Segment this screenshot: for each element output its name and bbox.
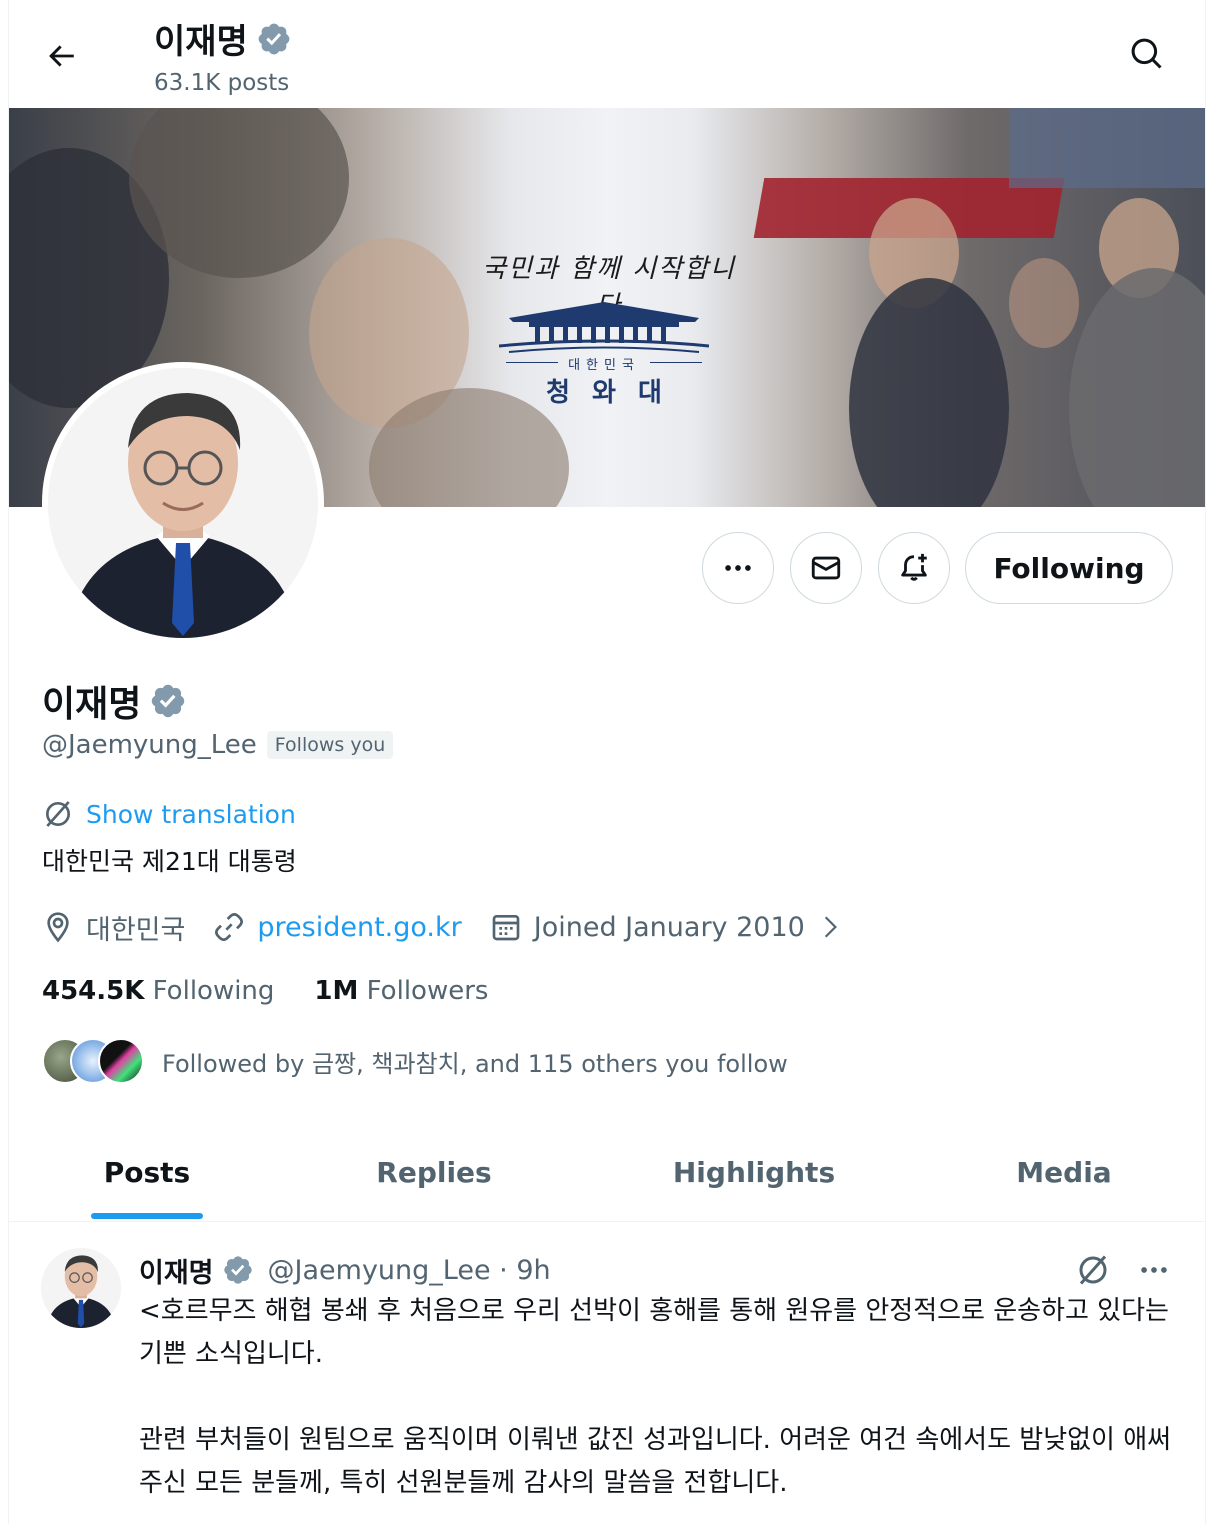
header-name: 이재명 xyxy=(154,22,248,62)
more-options-button[interactable] xyxy=(702,532,774,604)
more-icon[interactable] xyxy=(1137,1253,1171,1287)
translate-icon[interactable] xyxy=(1075,1252,1111,1288)
post-actions xyxy=(1075,1248,1171,1292)
followers-stat[interactable]: 1M Followers xyxy=(314,976,488,1006)
profile-name-row: 이재명 xyxy=(42,675,187,727)
post-body[interactable]: <호르무즈 해협 봉쇄 후 처음으로 우리 선박이 홍해를 통해 원유를 안정적… xyxy=(139,1290,1179,1524)
location-pin-icon xyxy=(47,912,69,943)
blue-house-emblem-icon xyxy=(499,302,709,353)
bell-plus-icon xyxy=(901,553,927,581)
following-label: Following xyxy=(152,976,275,1006)
profile-tabs: Posts Replies Highlights Media xyxy=(9,1122,1205,1222)
followed-by-avatars xyxy=(42,1038,144,1084)
verified-badge-icon xyxy=(258,23,290,54)
message-button[interactable] xyxy=(790,532,862,604)
active-tab-indicator xyxy=(91,1213,203,1219)
show-translation-label[interactable]: Show translation xyxy=(86,800,296,829)
notifications-button[interactable] xyxy=(878,532,950,604)
chevron-right-icon xyxy=(824,916,837,938)
banner-person-shape xyxy=(849,278,1009,507)
follow-stats: 454.5K Following 1M Followers xyxy=(42,976,488,1006)
search-icon xyxy=(1131,38,1162,69)
banner-face-shape xyxy=(1009,258,1079,348)
top-bar: 이재명 63.1K posts xyxy=(9,0,1205,108)
followed-by-text: Followed by 금짱, 책과참치, and 115 others you… xyxy=(162,1049,788,1078)
following-button[interactable]: Following xyxy=(965,532,1173,604)
followed-by-row[interactable]: Followed by 금짱, 책과참치, and 115 others you… xyxy=(42,1038,788,1084)
translate-icon xyxy=(46,801,70,827)
tab-highlights[interactable]: Highlights xyxy=(669,1122,839,1222)
post-paragraph: 관련 부처들이 원팀으로 움직이며 이뤄낸 값진 성과입니다. 어려운 여건 속… xyxy=(139,1425,1172,1498)
link-icon xyxy=(215,913,244,941)
more-icon xyxy=(725,565,751,571)
calendar-icon xyxy=(492,915,520,941)
header-post-count: 63.1K posts xyxy=(154,70,290,96)
post-header: 이재명 @Jaemyung_Lee · 9h xyxy=(139,1248,551,1292)
handle-row: @Jaemyung_Lee Follows you xyxy=(42,730,394,760)
search-button[interactable] xyxy=(1121,28,1173,80)
header-title: 이재명 xyxy=(154,14,292,63)
location-text: 대한민국 xyxy=(86,914,186,946)
post-handle-time[interactable]: @Jaemyung_Lee · 9h xyxy=(268,1255,551,1286)
post-paragraph: <호르무즈 해협 봉쇄 후 처음으로 우리 선박이 홍해를 통해 원유를 안정적… xyxy=(139,1296,1169,1369)
joined-text: Joined January 2010 xyxy=(533,911,805,943)
profile-bio: 대한민국 제21대 대통령 xyxy=(42,847,297,876)
follower-avatar xyxy=(98,1038,144,1084)
verified-badge-icon xyxy=(223,1256,252,1284)
mail-icon xyxy=(811,556,841,580)
profile-meta: 대한민국 president.go.kr Joined January 2010 xyxy=(42,905,871,949)
website-item[interactable]: president.go.kr xyxy=(213,911,462,943)
tab-media[interactable]: Media xyxy=(1009,1122,1119,1222)
portrait-image xyxy=(41,1248,121,1328)
banner-person-shape xyxy=(1069,268,1205,507)
banner-country-label: 대한민국 xyxy=(504,354,704,373)
profile-name: 이재명 xyxy=(42,684,142,725)
followers-label: Followers xyxy=(366,976,489,1006)
back-button[interactable] xyxy=(35,30,87,82)
show-translation-link[interactable]: Show translation xyxy=(42,798,296,830)
location-item: 대한민국 xyxy=(42,908,185,947)
profile-avatar[interactable] xyxy=(42,362,324,644)
website-link[interactable]: president.go.kr xyxy=(257,912,461,943)
post-avatar[interactable] xyxy=(41,1248,121,1328)
profile-handle: @Jaemyung_Lee xyxy=(42,730,257,760)
following-stat[interactable]: 454.5K Following xyxy=(42,976,274,1006)
tab-replies[interactable]: Replies xyxy=(369,1122,499,1222)
tab-posts[interactable]: Posts xyxy=(91,1122,203,1222)
post-author-name[interactable]: 이재명 xyxy=(139,1251,214,1290)
back-arrow-icon xyxy=(49,45,74,67)
followers-count: 1M xyxy=(314,976,359,1006)
banner-emblem-name: 청와대 xyxy=(546,378,684,408)
verified-badge-icon[interactable] xyxy=(149,682,187,720)
following-count: 454.5K xyxy=(42,976,145,1006)
profile-page: 이재명 63.1K posts 국민과 함께 시작합니다 xyxy=(8,0,1206,1524)
follows-you-badge: Follows you xyxy=(266,731,394,759)
portrait-image xyxy=(48,368,318,638)
banner-sign xyxy=(1009,108,1205,188)
joined-item[interactable]: Joined January 2010 xyxy=(490,911,843,943)
